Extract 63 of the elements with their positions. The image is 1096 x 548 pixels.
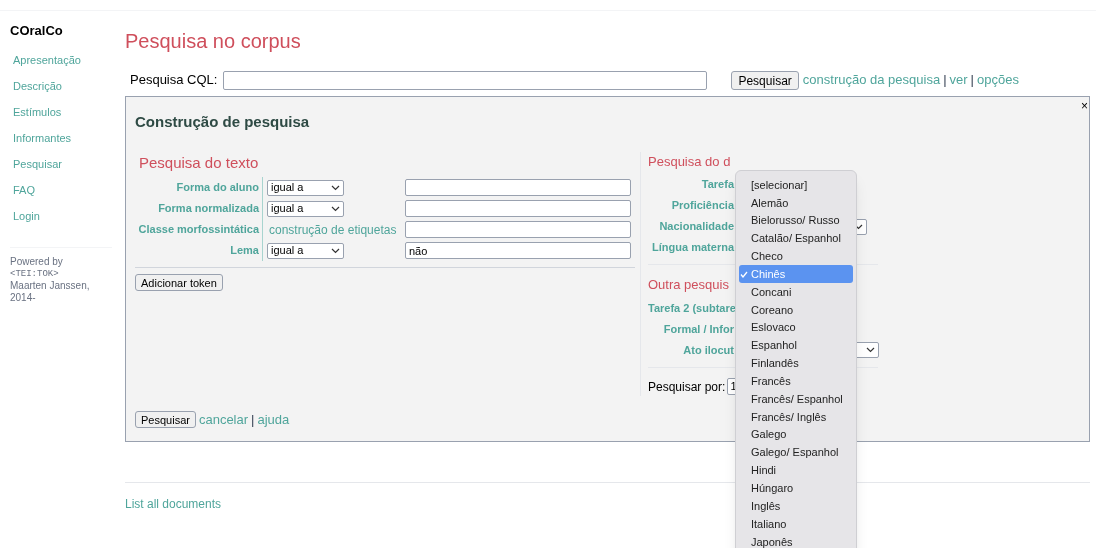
dropdown-option[interactable]: Checo: [739, 247, 853, 266]
field-label: Tarefa: [700, 177, 734, 193]
dropdown-option[interactable]: Espanhol: [739, 336, 853, 355]
field-label: Proficiência: [670, 198, 734, 214]
credit-text: Powered by: [10, 255, 64, 268]
text-input-field[interactable]: [405, 179, 631, 196]
operator-select[interactable]: igual a: [267, 242, 344, 259]
panel-title: Construção de pesquisa: [135, 112, 311, 132]
field-label: Tarefa 2 (subtare: [648, 300, 734, 316]
field-label: Forma do aluno: [135, 177, 263, 198]
dropdown-option[interactable]: Húngaro: [739, 479, 853, 498]
cql-input-field[interactable]: [223, 70, 708, 90]
site-title: COralCo: [10, 22, 64, 40]
credit-text: 2014-: [10, 291, 37, 304]
field-label: Classe morfossintática: [135, 219, 263, 240]
search-button[interactable]: Pesquisar: [731, 70, 799, 90]
dropdown-option[interactable]: Inglês: [739, 497, 853, 516]
operator-select[interactable]: igual a: [267, 200, 344, 217]
dropdown-option[interactable]: Galego/ Espanhol: [739, 443, 853, 462]
field-label: Nacionalidade: [658, 219, 734, 235]
section-heading: Pesquisa do texto: [139, 152, 260, 173]
field-label: Forma normalizada: [135, 198, 263, 219]
dropdown-option[interactable]: Galego: [739, 425, 853, 444]
field-label: Pesquisar por:: [648, 378, 726, 396]
dropdown-option[interactable]: Eslovaco: [739, 318, 853, 337]
dropdown-option[interactable]: Francês: [739, 372, 853, 391]
field-label: Língua materna: [651, 240, 734, 256]
search-button[interactable]: Pesquisar: [135, 410, 196, 428]
dropdown-option[interactable]: Bielorusso/ Russo: [739, 211, 853, 230]
page-title: Pesquisa no corpus: [125, 29, 302, 54]
dropdown-option[interactable]: Finlandês: [739, 354, 853, 373]
text-input-field[interactable]: [405, 221, 631, 238]
credit-text: Maarten Janssen,: [10, 279, 91, 292]
chevron-down-icon: [331, 205, 340, 212]
field-label: Formal / Infor: [662, 321, 734, 337]
close-button[interactable]: ×: [1081, 97, 1088, 115]
field-label: Pesquisa CQL:: [130, 71, 218, 90]
dropdown-option[interactable]: Francês/ Inglês: [739, 407, 853, 426]
checkmark-icon: [740, 270, 748, 278]
dropdown-option[interactable]: Alemão: [739, 193, 853, 212]
add-token-button[interactable]: Adicionar token: [135, 274, 223, 291]
separator: |: [251, 410, 255, 429]
credit-text: <TEI:TOK>: [10, 267, 60, 280]
dropdown-option[interactable]: Francês/ Espanhol: [739, 390, 853, 408]
separator: |: [943, 71, 947, 90]
text-input-field[interactable]: não: [405, 242, 631, 259]
dropdown-option[interactable]: Concani: [739, 283, 853, 301]
dropdown-option[interactable]: Coreano: [739, 300, 853, 319]
section-heading: Pesquisa do d: [648, 152, 731, 171]
separator: |: [970, 71, 974, 90]
dropdown-option[interactable]: [selecionar]: [739, 176, 853, 194]
dropdown-option[interactable]: Japonês: [739, 532, 853, 548]
field-label: Lema: [135, 240, 263, 261]
chevron-down-icon: [331, 184, 340, 191]
chevron-down-icon: [866, 347, 875, 353]
section-heading: Outra pesquis: [648, 276, 729, 294]
field-label: Ato ilocut: [682, 342, 734, 358]
chevron-down-icon: [331, 247, 340, 254]
dropdown-option[interactable]: Hindi: [739, 461, 853, 480]
dropdown-option[interactable]: Italiano: [739, 515, 853, 533]
dropdown-option[interactable]: Catalão/ Espanhol: [739, 229, 853, 248]
text-input-field[interactable]: [405, 200, 631, 217]
operator-select[interactable]: igual a: [267, 179, 344, 196]
